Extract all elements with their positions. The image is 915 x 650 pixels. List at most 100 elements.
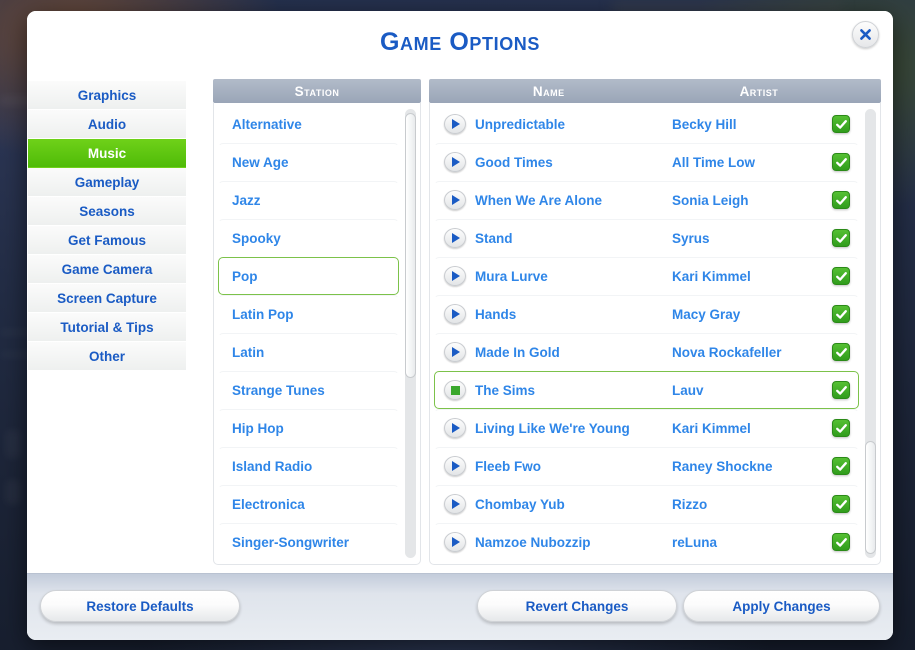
station-row[interactable]: New Age [218,143,399,181]
check-icon [832,305,850,323]
table-row[interactable]: Living Like We're Young Kari Kimmel [434,409,859,447]
song-enabled-checkbox[interactable] [824,229,858,247]
sidebar-item-music[interactable]: Music [28,139,186,168]
station-row[interactable]: Pop [218,257,399,295]
table-row[interactable]: Unpredictable Becky Hill [434,105,859,143]
station-label: Island Radio [232,458,313,474]
station-row[interactable]: Strange Tunes [218,371,399,409]
sidebar-item-audio[interactable]: Audio [28,110,186,139]
sidebar-item-label: Seasons [79,203,135,219]
check-icon [832,381,850,399]
table-row[interactable]: Good Times All Time Low [434,143,859,181]
table-row[interactable]: When We Are Alone Sonia Leigh [434,181,859,219]
sidebar-item-gameplay[interactable]: Gameplay [28,168,186,197]
play-icon[interactable] [444,342,466,362]
close-icon[interactable] [852,21,879,48]
song-enabled-checkbox[interactable] [824,115,858,133]
song-artist: Macy Gray [672,306,741,322]
song-artist: Syrus [672,230,710,246]
song-enabled-checkbox[interactable] [824,381,858,399]
revert-changes-button[interactable]: Revert Changes [477,590,677,622]
song-scrollbar-track[interactable] [865,109,876,558]
song-name: The Sims [475,382,536,398]
station-row[interactable]: Electronica [218,485,399,523]
song-enabled-checkbox[interactable] [824,191,858,209]
sidebar-item-label: Other [88,348,125,364]
station-label: Jazz [232,192,261,208]
song-artist: Kari Kimmel [672,268,751,284]
station-column-header: Station [213,79,421,103]
station-row[interactable]: Jazz [218,181,399,219]
station-row[interactable]: Singer-Songwriter [218,523,399,561]
station-label: Hip Hop [232,420,284,436]
station-row[interactable]: Latin [218,333,399,371]
station-row[interactable]: Spooky [218,219,399,257]
table-row[interactable]: Mura Lurve Kari Kimmel [434,257,859,295]
song-scrollbar-thumb[interactable] [865,441,876,554]
dialog-title-bar: Game Options [27,11,893,73]
station-row[interactable]: Latin Pop [218,295,399,333]
song-enabled-checkbox[interactable] [824,343,858,361]
table-row[interactable]: Fleeb Fwo Raney Shockne [434,447,859,485]
play-icon[interactable] [444,532,466,552]
check-icon [832,343,850,361]
play-icon[interactable] [444,114,466,134]
station-scrollbar-track[interactable] [405,109,416,558]
table-row[interactable]: Hands Macy Gray [434,295,859,333]
check-icon [832,533,850,551]
song-enabled-checkbox[interactable] [824,267,858,285]
song-enabled-checkbox[interactable] [824,457,858,475]
sidebar-item-label: Tutorial & Tips [60,319,154,335]
play-icon[interactable] [444,418,466,438]
check-icon [832,419,850,437]
check-icon [832,457,850,475]
station-scrollbar-thumb[interactable] [405,113,416,379]
sidebar-item-get-famous[interactable]: Get Famous [28,226,186,255]
song-enabled-checkbox[interactable] [824,533,858,551]
play-icon[interactable] [444,228,466,248]
check-icon [832,115,850,133]
sidebar-item-other[interactable]: Other [28,342,186,371]
station-label: New Age [232,154,289,170]
sidebar-item-game-camera[interactable]: Game Camera [28,255,186,284]
sidebar-item-graphics[interactable]: Graphics [28,81,186,110]
play-icon[interactable] [444,190,466,210]
station-row[interactable]: Island Radio [218,447,399,485]
play-icon[interactable] [444,152,466,172]
check-icon [832,229,850,247]
song-column-header: Name Artist [429,79,881,103]
station-row[interactable]: Alternative [218,105,399,143]
station-row[interactable]: Hip Hop [218,409,399,447]
station-label: Electronica [232,496,305,512]
table-row[interactable]: Made In Gold Nova Rockafeller [434,333,859,371]
sidebar-item-seasons[interactable]: Seasons [28,197,186,226]
sidebar-item-label: Gameplay [74,174,140,190]
sidebar-item-label: Game Camera [61,261,153,277]
apply-changes-button[interactable]: Apply Changes [683,590,880,622]
song-enabled-checkbox[interactable] [824,305,858,323]
song-enabled-checkbox[interactable] [824,153,858,171]
play-icon[interactable] [444,304,466,324]
song-name: When We Are Alone [475,192,603,208]
song-name: Unpredictable [475,116,566,132]
song-enabled-checkbox[interactable] [824,495,858,513]
sidebar-item-label: Get Famous [67,232,146,248]
song-artist: Nova Rockafeller [672,344,782,360]
play-icon[interactable] [444,494,466,514]
restore-defaults-button[interactable]: Restore Defaults [40,590,240,622]
song-name: Mura Lurve [475,268,548,284]
song-enabled-checkbox[interactable] [824,419,858,437]
sidebar-item-tutorial-tips[interactable]: Tutorial & Tips [28,313,186,342]
play-icon[interactable] [444,266,466,286]
play-icon[interactable] [444,456,466,476]
table-row[interactable]: Chombay Yub Rizzo [434,485,859,523]
table-row[interactable]: Namzoe Nubozzip reLuna [434,523,859,561]
check-icon [832,191,850,209]
station-panel: Station Alternative New Age Jazz Spooky Pop L… [213,79,421,565]
station-label: Alternative [232,116,302,132]
stop-icon[interactable] [444,380,466,400]
song-name: Living Like We're Young [475,420,630,436]
sidebar-item-screen-capture[interactable]: Screen Capture [28,284,186,313]
table-row[interactable]: The Sims Lauv [434,371,859,409]
table-row[interactable]: Stand Syrus [434,219,859,257]
